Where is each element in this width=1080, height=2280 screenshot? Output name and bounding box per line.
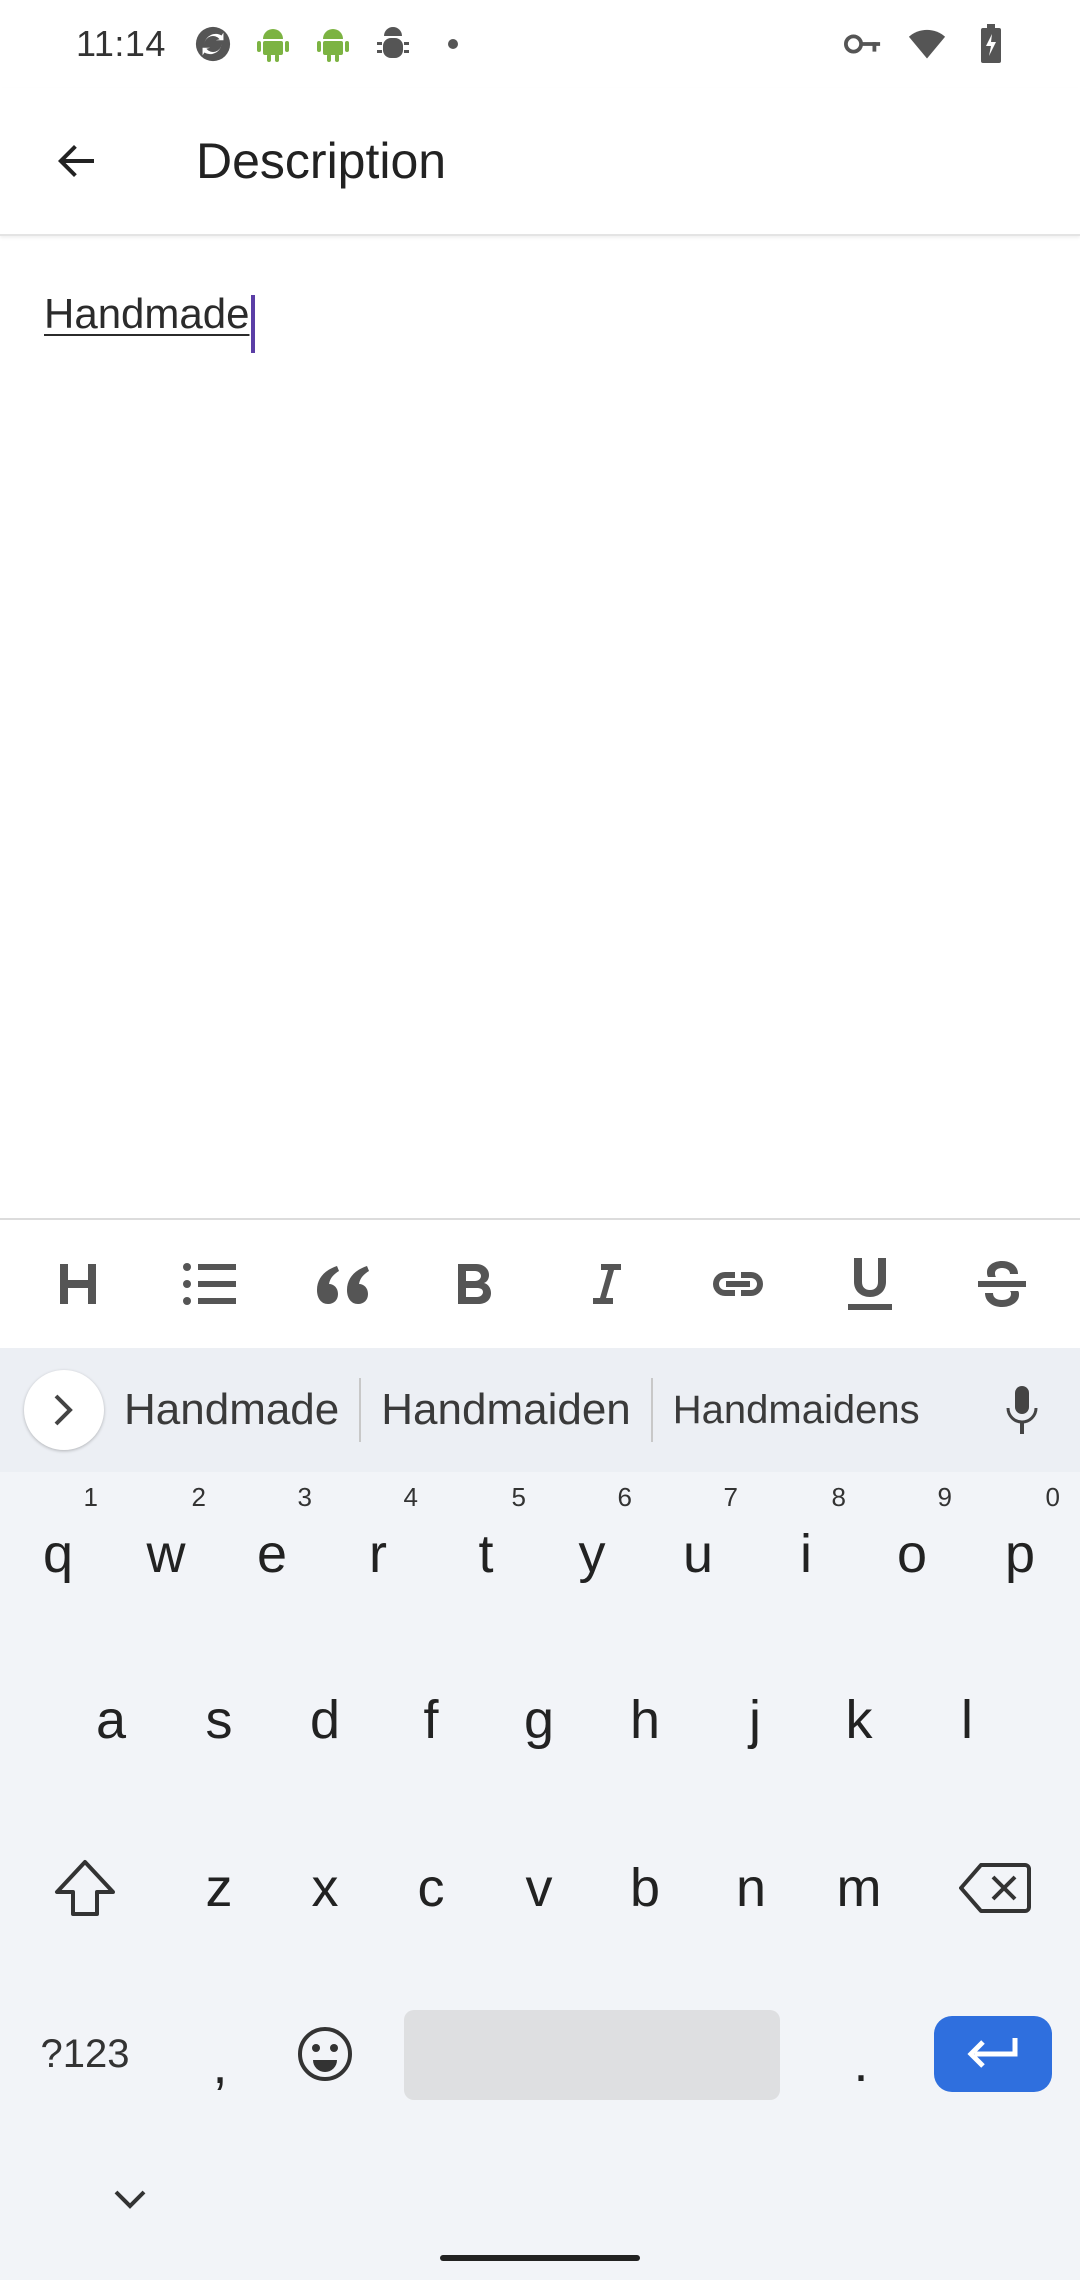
key-r[interactable]: r4: [320, 1474, 436, 1634]
android-debug-icon: [374, 25, 412, 63]
battery-charging-icon: [972, 24, 1010, 63]
key-i[interactable]: i8: [748, 1474, 864, 1634]
enter-icon: [967, 2038, 1018, 2068]
key-v[interactable]: v: [484, 1808, 594, 1968]
bullet-list-button[interactable]: [155, 1229, 265, 1339]
voice-input-button[interactable]: [992, 1370, 1052, 1450]
description-editor[interactable]: Handmade: [0, 238, 1080, 1218]
key-row-4: ?123 , .: [0, 1974, 1080, 2134]
emoji-key[interactable]: [270, 1974, 380, 2134]
status-icons-right: [844, 24, 1010, 63]
vpn-key-icon: [844, 25, 882, 63]
key-h[interactable]: h: [590, 1640, 700, 1800]
text-caret: [251, 294, 256, 353]
key-p[interactable]: p0: [962, 1474, 1078, 1634]
android-icon: [314, 25, 352, 63]
key-o[interactable]: o9: [854, 1474, 970, 1634]
suggestion-3[interactable]: Handmaidens: [653, 1388, 940, 1433]
strikethrough-icon: [978, 1261, 1026, 1307]
italic-icon: [593, 1264, 621, 1304]
underline-button[interactable]: [815, 1229, 925, 1339]
quote-button[interactable]: [287, 1229, 397, 1339]
key-row-1: q1 w2 e3 r4 t5 y6 u7 i8 o9 p0: [0, 1474, 1080, 1634]
key-comma[interactable]: ,: [160, 1974, 280, 2134]
key-u[interactable]: u7: [640, 1474, 756, 1634]
key-w[interactable]: w2: [108, 1474, 224, 1634]
wifi-icon: [908, 25, 946, 63]
keyboard: Handmade Handmaiden Handmaidens q1 w2 e3…: [0, 1348, 1080, 2280]
editor-text[interactable]: Handmade: [44, 284, 249, 344]
underline-icon: [848, 1258, 892, 1310]
status-icons-left: [194, 25, 472, 63]
quote-icon: [317, 1266, 369, 1304]
link-button[interactable]: [683, 1229, 793, 1339]
key-b[interactable]: b: [590, 1808, 700, 1968]
suggestion-1[interactable]: Handmade: [104, 1385, 359, 1435]
key-e[interactable]: e3: [214, 1474, 330, 1634]
status-time: 11:14: [76, 23, 166, 64]
status-bar: 11:14: [0, 0, 1080, 88]
chevron-down-icon: [114, 2190, 146, 2209]
key-row-2: a s d f g h j k l: [0, 1640, 1080, 1800]
chevron-right-icon: [54, 1394, 73, 1426]
key-x[interactable]: x: [270, 1808, 380, 1968]
backspace-key[interactable]: [930, 1808, 1060, 1968]
heading-icon: [60, 1264, 96, 1304]
arrow-back-icon: [58, 145, 94, 177]
android-icon: [254, 25, 292, 63]
enter-key[interactable]: [934, 2016, 1052, 2092]
format-toolbar: [0, 1218, 1080, 1348]
key-s[interactable]: s: [164, 1640, 274, 1800]
bold-icon: [458, 1264, 491, 1304]
bullet-list-icon: [183, 1263, 236, 1305]
key-k[interactable]: k: [804, 1640, 914, 1800]
shift-icon: [55, 1860, 115, 1916]
key-a[interactable]: a: [56, 1640, 166, 1800]
microphone-icon: [1006, 1386, 1038, 1434]
back-button[interactable]: [36, 121, 116, 201]
key-m[interactable]: m: [804, 1808, 914, 1968]
key-period[interactable]: .: [806, 1974, 916, 2134]
screen: 11:14 Description Handmade Handmade Hand…: [0, 0, 1080, 2280]
link-icon: [713, 1272, 763, 1296]
suggestion-2[interactable]: Handmaiden: [361, 1385, 651, 1435]
shift-key[interactable]: [20, 1808, 150, 1968]
page-title: Description: [196, 133, 447, 189]
italic-button[interactable]: [551, 1229, 661, 1339]
gesture-nav-handle[interactable]: [440, 2255, 640, 2261]
strikethrough-button[interactable]: [947, 1229, 1057, 1339]
emoji-icon: [298, 2027, 352, 2081]
dot-icon: [434, 25, 472, 63]
suggestion-bar: Handmade Handmaiden Handmaidens: [0, 1348, 1080, 1472]
backspace-icon: [959, 1863, 1031, 1913]
symbols-key[interactable]: ?123: [20, 1974, 150, 2134]
key-q[interactable]: q1: [0, 1474, 116, 1634]
key-l[interactable]: l: [912, 1640, 1022, 1800]
space-key[interactable]: [404, 2010, 780, 2100]
key-j[interactable]: j: [700, 1640, 810, 1800]
key-t[interactable]: t5: [428, 1474, 544, 1634]
heading-button[interactable]: [23, 1229, 133, 1339]
hide-keyboard-button[interactable]: [90, 2160, 170, 2240]
key-z[interactable]: z: [164, 1808, 274, 1968]
key-n[interactable]: n: [696, 1808, 806, 1968]
key-row-3: z x c v b n m: [0, 1808, 1080, 1968]
expand-toolbar-button[interactable]: [24, 1370, 104, 1450]
bold-button[interactable]: [419, 1229, 529, 1339]
key-f[interactable]: f: [376, 1640, 486, 1800]
key-d[interactable]: d: [270, 1640, 380, 1800]
key-y[interactable]: y6: [534, 1474, 650, 1634]
app-bar: Description: [0, 88, 1080, 236]
sync-icon: [194, 25, 232, 63]
key-g[interactable]: g: [484, 1640, 594, 1800]
key-c[interactable]: c: [376, 1808, 486, 1968]
